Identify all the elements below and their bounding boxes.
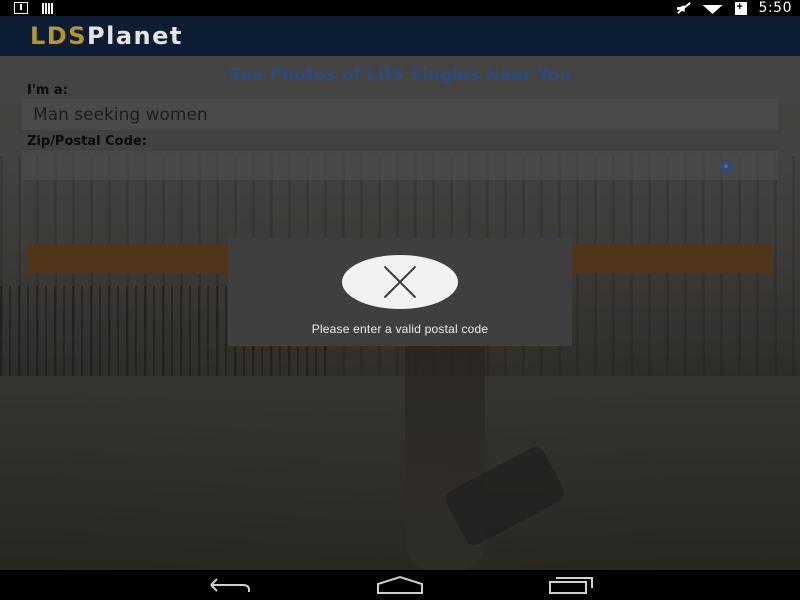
seeking-value: Man seeking women: [33, 105, 208, 125]
back-icon[interactable]: [205, 576, 251, 594]
status-left: [14, 2, 53, 14]
download-icon: [14, 2, 28, 14]
mute-icon: [675, 2, 691, 14]
status-bar: 5:50: [0, 0, 800, 16]
status-time: 5:50: [758, 0, 792, 16]
logo-part-lds: LDS: [30, 22, 87, 50]
battery-charging-icon: [734, 1, 747, 15]
background-street: [0, 376, 800, 570]
error-dialog[interactable]: Please enter a valid postal code: [228, 238, 572, 346]
zip-input[interactable]: [22, 151, 778, 180]
app-logo: LDSPlanet: [30, 22, 183, 50]
signal-bars-icon: [42, 2, 53, 14]
zip-label: Zip/Postal Code:: [27, 134, 147, 149]
location-pin-icon[interactable]: [717, 157, 735, 175]
logo-part-planet: Planet: [87, 22, 183, 50]
wifi-icon: [703, 1, 723, 15]
status-right: 5:50: [675, 0, 792, 16]
seeking-label: I'm a:: [27, 83, 68, 98]
seeking-select[interactable]: Man seeking women: [22, 99, 778, 130]
recent-apps-icon[interactable]: [548, 576, 594, 594]
navigation-bar: [0, 570, 800, 600]
error-message: Please enter a valid postal code: [311, 322, 489, 336]
app-bar: LDSPlanet: [0, 16, 800, 56]
error-x-icon: [342, 255, 458, 309]
page-headline: See Photos of LDS Singles Near You: [228, 65, 572, 85]
home-icon[interactable]: [376, 575, 424, 595]
